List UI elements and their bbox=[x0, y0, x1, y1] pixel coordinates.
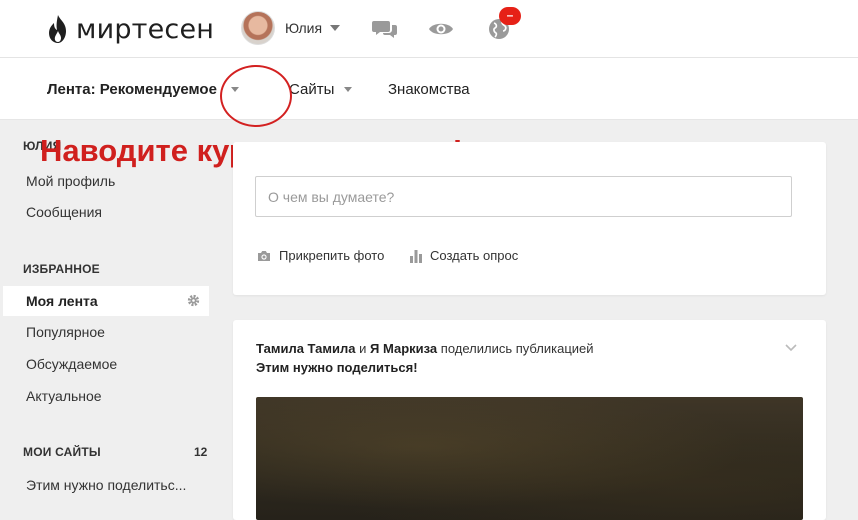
sidebar-item-label: Моя лента bbox=[26, 293, 98, 309]
camera-icon bbox=[258, 250, 270, 261]
attach-photo-button[interactable]: Прикрепить фото bbox=[257, 248, 384, 263]
sidebar-item-popular[interactable]: Популярное bbox=[26, 324, 105, 340]
nav-feed-label: Лента: Рекомендуемое bbox=[47, 81, 217, 98]
messages-icon[interactable] bbox=[372, 17, 398, 41]
avatar[interactable] bbox=[241, 11, 275, 45]
post-meta: Тамила Тамила и Я Маркиза поделились пуб… bbox=[256, 341, 594, 356]
sidebar-item-actual[interactable]: Актуальное bbox=[26, 388, 102, 404]
nav-dating[interactable]: Знакомства bbox=[388, 81, 470, 98]
brand-name: миртесен bbox=[76, 13, 215, 45]
sidebar-favorites-heading: ИЗБРАННОЕ bbox=[23, 262, 100, 276]
sidebar-item-profile[interactable]: Мой профиль bbox=[26, 173, 115, 189]
post-conj: и bbox=[359, 341, 367, 356]
chevron-down-icon[interactable] bbox=[230, 87, 239, 92]
user-menu[interactable]: Юлия bbox=[241, 11, 341, 45]
sidebar-item-site[interactable]: Этим нужно поделитьс... bbox=[26, 477, 186, 493]
notification-badge[interactable]: – bbox=[499, 7, 521, 25]
top-header: миртесен Юлия – bbox=[0, 0, 858, 58]
bar-chart-icon bbox=[410, 249, 422, 263]
my-sites-count: 12 bbox=[194, 445, 208, 459]
create-poll-label: Создать опрос bbox=[430, 248, 519, 263]
sidebar-item-messages[interactable]: Сообщения bbox=[26, 204, 102, 220]
sidebar-item-discussed[interactable]: Обсуждаемое bbox=[26, 356, 117, 372]
post-action: поделились публикацией bbox=[440, 341, 594, 356]
nav-feed-recommended[interactable]: Лента: Рекомендуемое bbox=[47, 81, 239, 98]
nav-sites-label: Сайты bbox=[289, 81, 335, 98]
post-composer: Прикрепить фото Создать опрос bbox=[233, 142, 826, 295]
post-input[interactable] bbox=[255, 176, 792, 217]
eye-icon[interactable] bbox=[428, 17, 454, 41]
post-title[interactable]: Этим нужно поделиться! bbox=[256, 360, 418, 375]
nav-dating-label: Знакомства bbox=[388, 81, 470, 98]
feed-nav: Лента: Рекомендуемое Сайты Знакомства bbox=[0, 58, 858, 120]
sidebar: ЮЛИЯ Мой профиль Сообщения ИЗБРАННОЕ Моя… bbox=[0, 120, 220, 496]
post-image[interactable] bbox=[256, 397, 803, 520]
create-poll-button[interactable]: Создать опрос bbox=[410, 248, 518, 263]
flame-logo-icon bbox=[49, 15, 66, 43]
feed-post: Тамила Тамила и Я Маркиза поделились пуб… bbox=[233, 320, 826, 520]
site-logo[interactable]: миртесен bbox=[46, 13, 215, 45]
post-author-link[interactable]: Тамила Тамила bbox=[256, 341, 356, 356]
chevron-down-icon[interactable] bbox=[344, 87, 353, 92]
user-name: Юлия bbox=[285, 20, 323, 36]
attach-photo-label: Прикрепить фото bbox=[279, 248, 385, 263]
sidebar-item-my-feed[interactable]: Моя лента bbox=[3, 286, 209, 316]
post-author-link[interactable]: Я Маркиза bbox=[370, 341, 437, 356]
gear-icon[interactable] bbox=[187, 294, 200, 307]
chevron-down-icon bbox=[330, 25, 341, 31]
nav-sites[interactable]: Сайты bbox=[289, 81, 353, 98]
sidebar-my-sites-heading: МОИ САЙТЫ bbox=[23, 445, 101, 459]
chevron-down-icon[interactable] bbox=[784, 340, 798, 354]
